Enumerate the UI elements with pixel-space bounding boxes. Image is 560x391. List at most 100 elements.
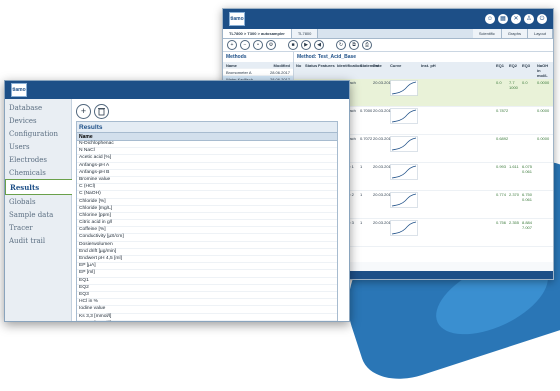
person-icon[interactable]: ♙ [524, 14, 534, 24]
sidebar-item-database[interactable]: Database [5, 101, 71, 114]
cell-eq1: 0.0 [496, 80, 502, 85]
sidebar-item-audit-trail[interactable]: Audit trail [5, 234, 71, 247]
sidebar-item-users[interactable]: Users [5, 140, 71, 153]
cell-statement: 1 [360, 220, 363, 225]
result-row[interactable]: End drift [µg/min] [77, 249, 337, 256]
result-row[interactable]: Dosierwolumen [77, 242, 337, 249]
result-row[interactable]: Endwert pH 4,5 [ml] [77, 256, 337, 264]
result-row[interactable]: EQ3 [77, 292, 337, 300]
samples-title: Method: Test_Acid_Base [297, 54, 357, 60]
cell-eq2: 2.370 [509, 192, 520, 197]
methods-title: Methods [226, 54, 247, 60]
result-row[interactable]: Bromine value [77, 177, 337, 185]
cell-date: 20.03.2017 [373, 136, 394, 141]
result-row[interactable]: N NaCl [77, 148, 337, 156]
cell-eq1: 0.756 [496, 220, 507, 225]
result-row[interactable]: Chloride [mg/L] [77, 206, 337, 213]
results-list: Results Name N-Dichlophenac N NaCl Acetic … [76, 121, 338, 321]
cell-eq3: 8.884 7.007 [522, 220, 533, 230]
titration-curve-thumbnail [390, 220, 418, 236]
remove-icon[interactable]: − [240, 40, 250, 50]
result-row[interactable]: Chloride [%] [77, 199, 337, 206]
sidebar-item-results[interactable]: Results [5, 179, 72, 195]
delete-icon[interactable] [94, 103, 109, 119]
app-logo: tiamo [229, 12, 245, 26]
sidebar: Database Devices Configuration Users Ele… [5, 99, 72, 321]
power-icon[interactable]: ⏻ [537, 14, 547, 24]
result-row[interactable]: Ks 3,3 [mmol/l] [77, 320, 337, 321]
refresh-icon[interactable]: ↻ [336, 40, 346, 50]
back-window-tabs: TL7800 > T300 > autosampler TL7800 Scien… [223, 29, 553, 39]
sidebar-item-tracer[interactable]: Tracer [5, 221, 71, 234]
cell-date: 20.03.2017 [373, 164, 394, 169]
result-row[interactable]: Anfangs-pH A [77, 163, 337, 170]
front-window-header: tiamo [5, 81, 349, 99]
sidebar-item-devices[interactable]: Devices [5, 114, 71, 127]
result-row[interactable]: Conductivity [µS/cm] [77, 234, 337, 242]
cell-eq2: 2.355 [509, 220, 520, 225]
result-row[interactable]: HCl in % [77, 299, 337, 307]
results-rows: N-Dichlophenac N NaCl Acetic acid [%] Anfan… [77, 141, 337, 321]
result-row[interactable]: C (HCl) [77, 184, 337, 192]
result-row[interactable]: Anfangs-pH B [77, 170, 337, 177]
cell-eq3: 6.075 0.061 [522, 164, 533, 174]
sidebar-item-globals[interactable]: Globals [5, 195, 71, 208]
record-icon[interactable]: • [253, 40, 263, 50]
samples-header: No Status Features Identification Statem… [294, 62, 553, 79]
back-window-header: tiamo ☺ ▦ ✕ ♙ ⏻ [223, 9, 553, 29]
cell-date: 20.03.2017 [373, 192, 394, 197]
user-icon[interactable]: ☺ [485, 14, 495, 24]
stop-icon[interactable]: ■ [288, 40, 298, 50]
print-icon[interactable]: ⎙ [362, 40, 372, 50]
cell-eq1: 0.6892 [496, 136, 509, 141]
sidebar-item-configuration[interactable]: Configuration [5, 127, 71, 140]
titration-curve-thumbnail [390, 192, 418, 208]
cell-eq3: 6.750 0.061 [522, 192, 533, 202]
sidebar-item-sample-data[interactable]: Sample data [5, 208, 71, 221]
result-row[interactable]: Acetic acid [%] [77, 155, 337, 163]
result-row[interactable]: EQ2 [77, 285, 337, 292]
tab-autosampler[interactable]: TL7800 > T300 > autosampler [223, 29, 292, 38]
result-row[interactable]: EP [ml] [77, 270, 337, 278]
result-row[interactable]: EQ1 [77, 278, 337, 285]
method-row[interactable]: Bromometer A 28.06.2017 [223, 69, 293, 76]
cell-statement: 0.7072 [360, 136, 373, 141]
play-icon[interactable]: ▶ [301, 40, 311, 50]
add-icon[interactable]: + [227, 40, 237, 50]
col-modified: Modified [273, 62, 290, 68]
methods-header: Name Modified [223, 62, 293, 69]
tab-layout[interactable]: Layout [527, 29, 553, 38]
gear-icon[interactable]: ⚙ [266, 40, 276, 50]
results-title: Results [77, 122, 337, 132]
tab-spacer [318, 29, 472, 38]
sidebar-item-chemicals[interactable]: Chemicals [5, 166, 71, 179]
add-icon[interactable]: + [76, 103, 91, 119]
tab-tl7800[interactable]: TL7800 [291, 29, 319, 38]
cell-eq2: 1.611 [509, 164, 519, 169]
back-icon[interactable]: ◀ [314, 40, 324, 50]
grid-icon[interactable]: ▦ [498, 14, 508, 24]
results-column-header[interactable]: Name [77, 132, 337, 141]
tab-scientific[interactable]: Scientific [472, 29, 502, 38]
result-row[interactable]: N-Dichlophenac [77, 141, 337, 149]
cell-val: 0.0000 [537, 136, 550, 141]
tab-graphs[interactable]: Graphs [501, 29, 528, 38]
cell-date: 20.03.2017 [373, 108, 394, 113]
cell-statement: 1 [360, 164, 363, 169]
main-toolbar: + [76, 103, 349, 119]
titration-curve-thumbnail [390, 108, 418, 124]
cell-eq2: 7.7 1000 [509, 80, 518, 90]
back-window-toolbar: + − • ⚙ ■ ▶ ◀ ↻ ⧉ ⎙ [223, 39, 553, 52]
cell-val: 0.0000 [537, 80, 550, 85]
tools-icon[interactable]: ✕ [511, 14, 521, 24]
result-row[interactable]: C (NaOH) [77, 191, 337, 199]
cell-eq3: 0.0 [522, 80, 528, 85]
copy-icon[interactable]: ⧉ [349, 40, 359, 50]
result-row[interactable]: Chlorine [ppm] [77, 213, 337, 221]
result-row[interactable]: EP [µA] [77, 263, 337, 271]
main-panel: + Results Name N-Dichlophenac N NaCl Aceti… [72, 99, 349, 321]
sidebar-item-electrodes[interactable]: Electrodes [5, 153, 71, 166]
app-logo: tiamo [11, 83, 27, 97]
result-row[interactable]: Iodine value [77, 306, 337, 314]
result-row[interactable]: Citric acid in g/l [77, 220, 337, 228]
